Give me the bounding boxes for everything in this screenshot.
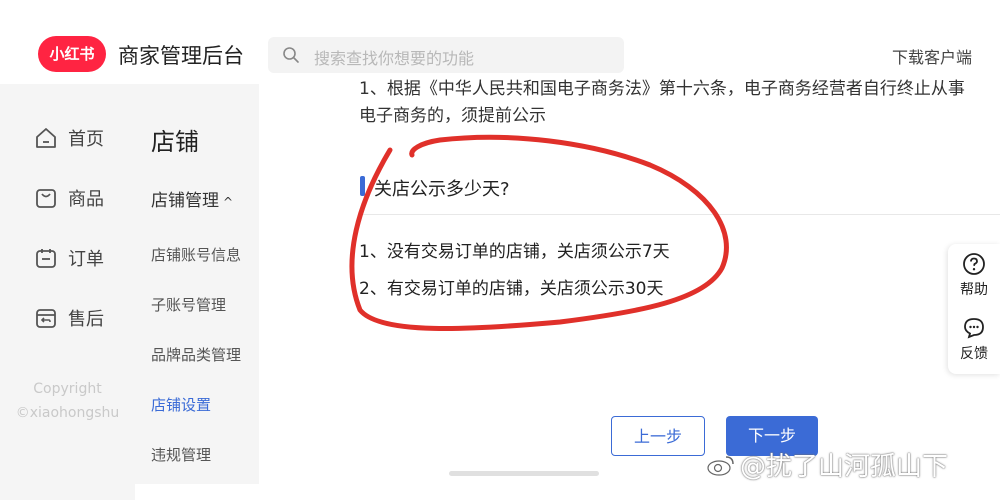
copyright-line: Copyright — [33, 381, 102, 397]
rule-line: 1、没有交易订单的店铺，关店须公示7天 — [359, 242, 670, 262]
nav-label: 首页 — [68, 129, 104, 150]
weibo-icon — [707, 455, 734, 476]
section-heading: 店铺 — [151, 128, 199, 156]
question-icon — [963, 253, 985, 275]
menu-item[interactable]: 子账号管理 — [151, 294, 226, 315]
help-button[interactable]: 帮助 — [948, 252, 1000, 299]
nav-label: 订单 — [68, 249, 104, 270]
menu-item[interactable]: 店铺账号信息 — [151, 244, 241, 265]
logo[interactable]: 小红书 — [38, 36, 106, 72]
nav-item-orders[interactable]: 订单 — [34, 243, 104, 273]
intro-paragraph: 1、根据《中华人民共和国电子商务法》第十六条，电子商务经营者自行终止从事电子商务… — [359, 79, 965, 126]
search-icon — [283, 47, 299, 63]
feedback-button[interactable]: 反馈 — [948, 316, 1000, 363]
download-client-link[interactable]: 下载客户端 — [892, 44, 972, 68]
section-marker — [360, 176, 365, 196]
menu-item-active[interactable]: 店铺设置 — [151, 394, 211, 415]
floating-help-panel: 帮助 反馈 — [948, 244, 1000, 374]
menu-item[interactable]: 违规管理 — [151, 444, 211, 465]
nav-item-aftersale[interactable]: 售后 — [34, 303, 104, 333]
bag-icon — [36, 189, 56, 208]
rule-line: 2、有交易订单的店铺，关店须公示30天 — [359, 279, 664, 299]
home-icon — [36, 128, 56, 148]
nav-item-home[interactable]: 首页 — [34, 123, 104, 153]
watermark-text: @扰了山河孤山下 — [740, 452, 949, 482]
home-indicator — [449, 471, 599, 476]
feedback-label: 反馈 — [960, 346, 988, 362]
secondary-sidebar: 店铺 店铺管理 ^ 店铺账号信息 子账号管理 品牌品类管理 店铺设置 违规管理 — [135, 84, 259, 484]
menu-group-store-management[interactable]: 店铺管理 ^ — [151, 186, 233, 211]
menu-group-label: 店铺管理 — [151, 191, 219, 211]
copyright-line: ©xiaohongshu — [15, 405, 120, 421]
main-content: 1、根据《中华人民共和国电子商务法》第十六条，电子商务经营者自行终止从事电子商务… — [259, 79, 1000, 500]
menu-item[interactable]: 品牌品类管理 — [151, 344, 241, 365]
divider — [359, 214, 1000, 215]
aftersale-icon — [36, 309, 56, 328]
primary-sidebar: 首页 商品 订单 售后 Copyright ©xiaohongshu — [0, 84, 135, 500]
previous-step-button[interactable]: 上一步 — [611, 416, 705, 456]
section-title: 关店公示多少天? — [374, 179, 510, 200]
nav-label: 售后 — [68, 309, 104, 330]
chat-bubble-icon — [964, 318, 984, 339]
help-label: 帮助 — [960, 282, 988, 298]
search-placeholder: 搜索查找你想要的功能 — [314, 49, 475, 68]
watermark: @扰了山河孤山下 — [706, 446, 948, 483]
nav-item-products[interactable]: 商品 — [34, 183, 104, 213]
top-bar: 小红书 商家管理后台 搜索查找你想要的功能 下载客户端 — [0, 0, 1000, 84]
chevron-up-icon: ^ — [223, 195, 234, 209]
order-icon — [36, 249, 56, 268]
app-title: 商家管理后台 — [118, 44, 244, 68]
nav-label: 商品 — [68, 189, 104, 210]
search-input[interactable]: 搜索查找你想要的功能 — [268, 37, 624, 73]
